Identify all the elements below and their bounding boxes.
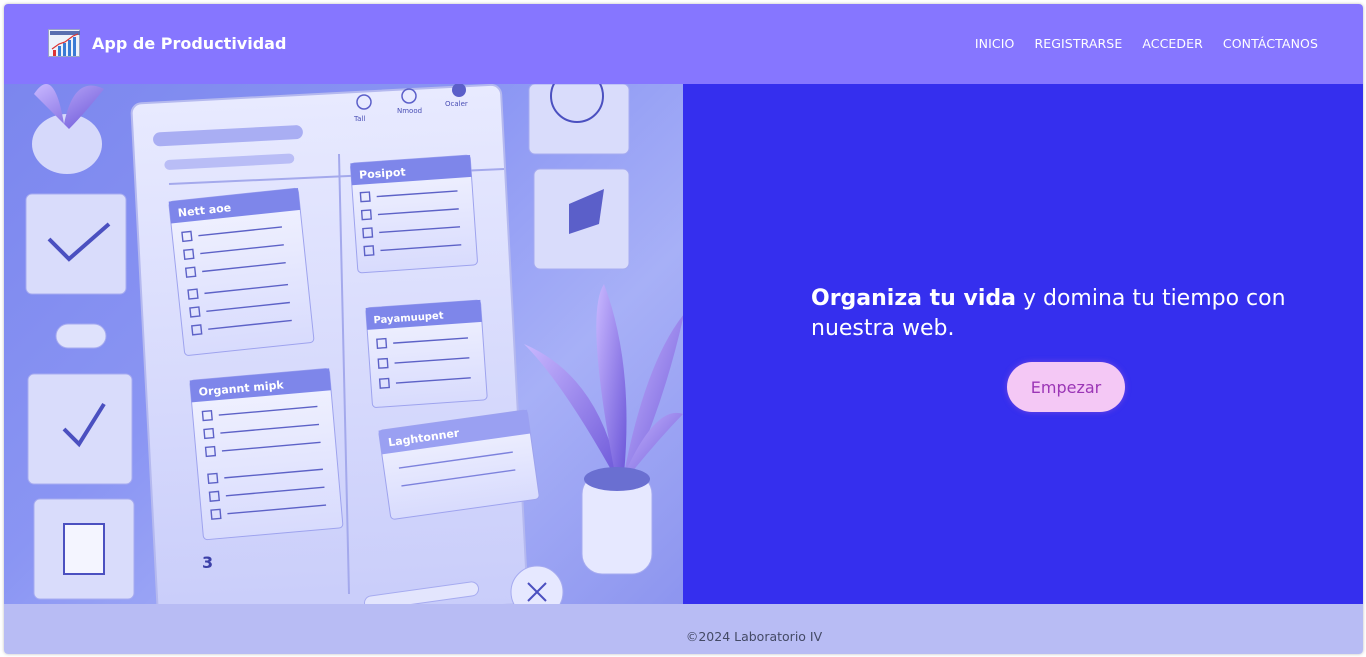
bar-chart-icon: [48, 29, 80, 57]
document-icon: [63, 523, 105, 575]
brand[interactable]: App de Productividad: [48, 28, 286, 58]
illustration-top-label: Ocaler: [445, 100, 468, 108]
illustration-top-label: Nmood: [397, 107, 422, 115]
copyright-text: ©2024 Laboratorio IV: [685, 629, 823, 644]
hero-panel: Organiza tu vida y domina tu tiempo con …: [683, 84, 1363, 604]
hero-headline-bold: Organiza tu vida: [811, 286, 1016, 311]
plant-icon: [524, 284, 683, 575]
nav-link-inicio[interactable]: INICIO: [975, 36, 1015, 51]
illustration-art: Tall Nmood Ocaler Nett aoe Posipot Payam…: [25, 84, 683, 604]
nav-link-registrarse[interactable]: REGISTRARSE: [1034, 36, 1122, 51]
start-button[interactable]: Empezar: [1007, 362, 1125, 412]
illustration-top-label: Tall: [353, 115, 365, 123]
main-nav: INICIO REGISTRARSE ACCEDER CONTÁCTANOS: [975, 36, 1318, 51]
footer: ©2024 Laboratorio IV: [4, 604, 1363, 654]
hero-headline: Organiza tu vida y domina tu tiempo con …: [811, 284, 1331, 344]
main-content: Tall Nmood Ocaler Nett aoe Posipot Payam…: [4, 84, 1363, 604]
nav-link-acceder[interactable]: ACCEDER: [1142, 36, 1203, 51]
navbar: App de Productividad INICIO REGISTRARSE …: [4, 4, 1363, 84]
app-window: App de Productividad INICIO REGISTRARSE …: [4, 4, 1363, 654]
page-number: 3: [202, 553, 213, 572]
productivity-illustration: Tall Nmood Ocaler Nett aoe Posipot Payam…: [4, 84, 683, 604]
app-name: App de Productividad: [92, 33, 287, 53]
nav-link-contactanos[interactable]: CONTÁCTANOS: [1223, 36, 1318, 51]
